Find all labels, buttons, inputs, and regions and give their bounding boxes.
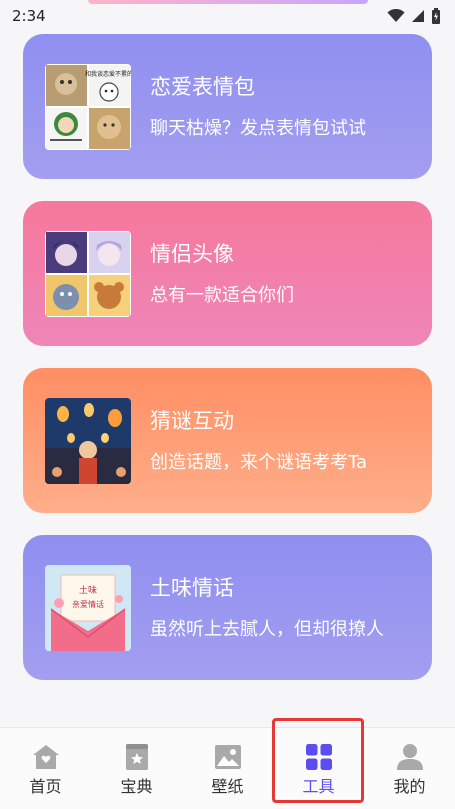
- card-title: 恋爱表情包: [150, 74, 255, 99]
- person-icon: [395, 742, 425, 772]
- nav-label: 工具: [302, 777, 335, 796]
- nav-item-wallpaper[interactable]: 壁纸: [193, 742, 263, 798]
- card-love-memes[interactable]: 和我谈恋爱不累的 恋爱表情包 聊天枯燥？发点表情包试试: [23, 34, 432, 179]
- card-cheesy-lines[interactable]: 土味 亲爱情话 土味情话 虽然听上去腻人，但却很撩人: [23, 535, 432, 680]
- card-riddle-game[interactable]: 猜谜互动 创造话题，来个谜语考考Ta: [23, 368, 432, 513]
- nav-item-guide[interactable]: 宝典: [102, 742, 172, 798]
- image-icon: [213, 742, 243, 772]
- signal-icon: [412, 10, 424, 22]
- nav-item-profile[interactable]: 我的: [375, 742, 445, 798]
- bottom-navigation: 首页 宝典 壁纸 工具 我的: [0, 727, 455, 809]
- home-icon: [31, 742, 61, 772]
- nav-label: 首页: [29, 777, 62, 796]
- meme-caption: 和我谈恋爱不累的: [85, 70, 131, 78]
- card-title: 情侣头像: [150, 241, 234, 266]
- nav-item-home[interactable]: 首页: [11, 742, 81, 798]
- nav-item-tools[interactable]: 工具: [284, 742, 354, 798]
- status-icons: [387, 8, 441, 24]
- nav-label: 我的: [393, 777, 426, 796]
- nav-label: 壁纸: [211, 777, 244, 796]
- nav-label: 宝典: [120, 777, 153, 796]
- battery-icon: [432, 8, 440, 24]
- card-couple-avatars[interactable]: 情侣头像 总有一款适合你们: [23, 201, 432, 346]
- card-subtitle: 总有一款适合你们: [150, 284, 294, 306]
- card-subtitle: 聊天枯燥？发点表情包试试: [150, 117, 366, 139]
- status-time: 2:34: [12, 7, 46, 25]
- love-letter-thumbnail: 土味 亲爱情话: [45, 564, 131, 651]
- status-bar: 2:34: [0, 0, 455, 32]
- book-icon: [122, 742, 152, 772]
- wifi-icon: [387, 9, 405, 22]
- card-subtitle: 虽然听上去腻人，但却很撩人: [150, 618, 384, 640]
- card-subtitle: 创造话题，来个谜语考考Ta: [150, 451, 368, 473]
- letter-title: 土味: [79, 584, 97, 596]
- lanterns-thumbnail: [45, 397, 131, 484]
- letter-subtitle: 亲爱情话: [72, 599, 104, 609]
- card-title: 猜谜互动: [150, 408, 234, 433]
- meme-collage-thumbnail: 和我谈恋爱不累的: [45, 63, 131, 150]
- grid-icon: [304, 742, 334, 772]
- card-title: 土味情话: [150, 575, 234, 600]
- couple-avatars-thumbnail: [45, 230, 131, 317]
